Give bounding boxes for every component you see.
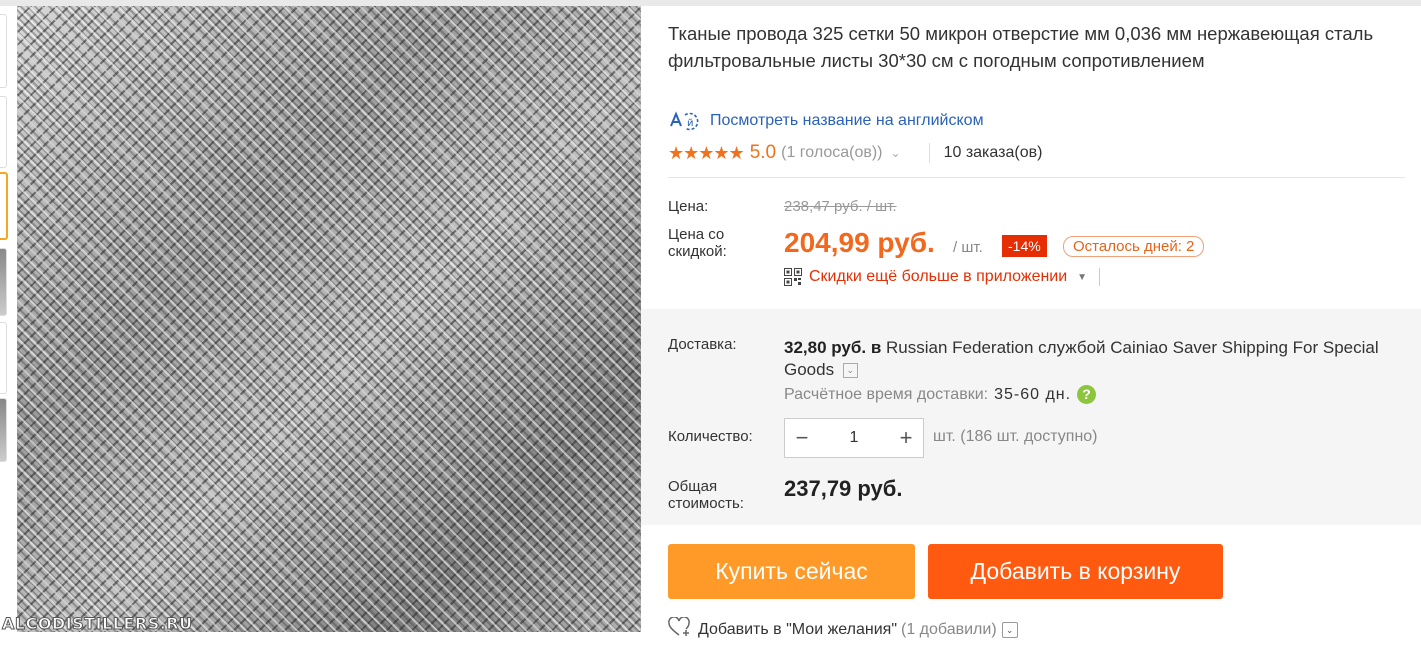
- rating-row: ★★★★★ 5.0 (1 голоса(ов)) ⌄ 10 заказа(ов): [668, 142, 1042, 164]
- thumbnail-6[interactable]: [0, 398, 7, 462]
- discount-price: 204,99 руб.: [784, 227, 935, 258]
- wishlist-row: Добавить в "Мои желания" (1 добавили) ⌄: [668, 616, 1018, 642]
- quantity-stepper: − +: [784, 418, 924, 458]
- old-price: 238,47 руб. / шт.: [784, 198, 897, 215]
- total-price: 237,79 руб.: [784, 476, 903, 501]
- decrement-button[interactable]: −: [785, 425, 819, 451]
- divider: [1099, 268, 1101, 286]
- divider: [668, 177, 1405, 178]
- discount-price-label-line2: скидкой:: [668, 243, 727, 260]
- price-unit: / шт.: [953, 239, 983, 256]
- delivery-label: Доставка:: [668, 336, 737, 353]
- translate-link-label: Посмотреть название на английском: [710, 112, 984, 129]
- total-label-line1: Общая: [668, 478, 718, 495]
- shipping-info: 32,80 руб. в Russian Federation службой …: [784, 337, 1409, 381]
- thumbnail-2[interactable]: [0, 96, 7, 168]
- order-count: 10 заказа(ов): [943, 144, 1043, 161]
- delivery-eta: Расчётное время доставки: 35-60 дн. ?: [784, 385, 1097, 404]
- svg-text:й: й: [687, 118, 694, 129]
- app-promo-label: Скидки ещё больше в приложении: [809, 268, 1068, 285]
- chevron-down-icon[interactable]: ⌄: [842, 363, 858, 379]
- watermark-text: ALCODISTILLERS.RU: [2, 614, 193, 634]
- chevron-down-icon[interactable]: ⌄: [1001, 621, 1018, 638]
- heart-plus-icon[interactable]: [668, 616, 692, 642]
- wishlist-link[interactable]: Добавить в "Мои желания": [698, 621, 897, 639]
- total-label: Общая стоимость:: [668, 478, 744, 512]
- product-title: Тканые провода 325 сетки 50 микрон отвер…: [668, 23, 1374, 71]
- rating-score: 5.0: [749, 142, 777, 163]
- rating-votes[interactable]: (1 голоса(ов)): [781, 144, 882, 162]
- thumbnail-4[interactable]: [0, 248, 7, 316]
- translate-icon: й: [668, 110, 700, 132]
- app-promo[interactable]: Скидки ещё больше в приложении ▼: [784, 268, 1101, 286]
- help-icon[interactable]: ?: [1077, 385, 1097, 404]
- qr-code-icon: [784, 268, 802, 286]
- rating-stars: ★★★★★: [668, 142, 745, 163]
- days-left-badge: Осталось дней: 2: [1063, 236, 1205, 257]
- total-label-line2: стоимость:: [668, 495, 744, 512]
- discount-badge: -14%: [1002, 235, 1047, 257]
- price-label: Цена:: [668, 198, 709, 215]
- thumbnail-1[interactable]: [0, 14, 7, 88]
- increment-button[interactable]: +: [889, 425, 923, 451]
- eta-value: 35-60 дн.: [994, 385, 1072, 403]
- buy-now-button[interactable]: Купить сейчас: [668, 544, 915, 599]
- quantity-input[interactable]: [819, 428, 889, 448]
- quantity-label: Количество:: [668, 428, 753, 445]
- quantity-available: шт. (186 шт. доступно): [933, 428, 1098, 445]
- shipping-cost: 32,80 руб. в: [784, 338, 882, 357]
- caret-down-icon[interactable]: ▼: [1077, 272, 1087, 283]
- wishlist-count: (1 добавили): [901, 620, 997, 638]
- discount-price-label-line1: Цена со: [668, 226, 725, 243]
- product-image[interactable]: [17, 6, 641, 632]
- translate-link[interactable]: й Посмотреть название на английском: [668, 110, 984, 132]
- divider: [928, 143, 930, 163]
- discount-price-label: Цена со скидкой:: [668, 226, 727, 260]
- thumbnail-strip: [0, 6, 12, 626]
- thumbnail-3-active[interactable]: [0, 172, 8, 240]
- thumbnail-5[interactable]: [0, 322, 7, 394]
- eta-label: Расчётное время доставки:: [784, 385, 989, 403]
- chevron-down-icon[interactable]: ⌄: [891, 146, 901, 160]
- add-to-cart-button[interactable]: Добавить в корзину: [928, 544, 1223, 599]
